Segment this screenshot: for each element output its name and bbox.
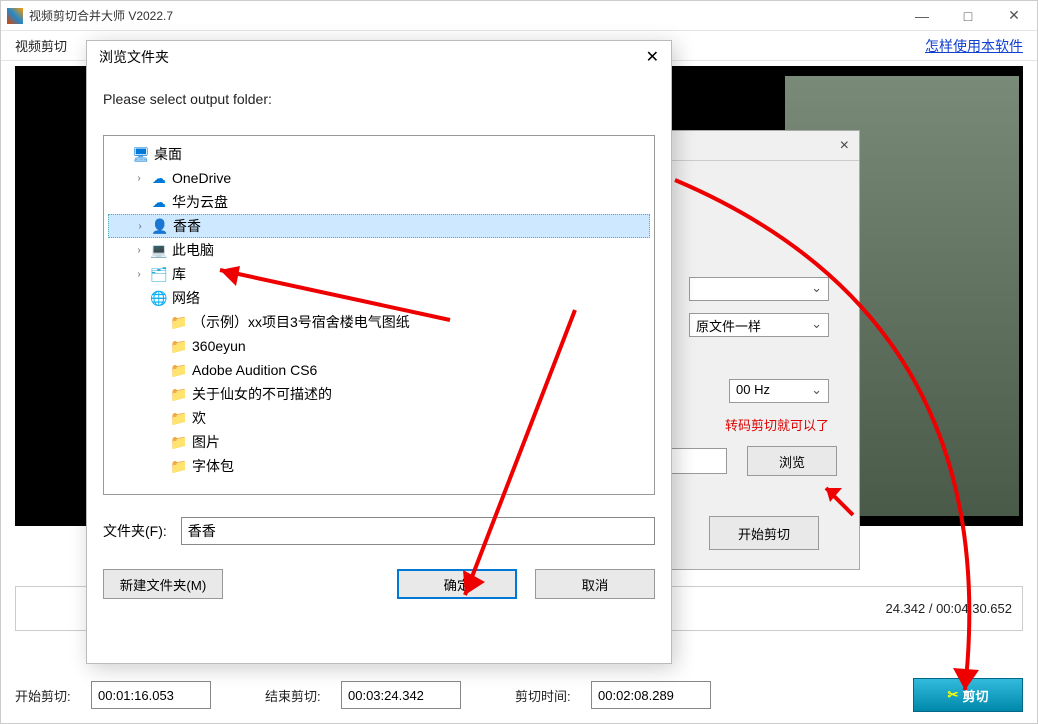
- tree-item-label: OneDrive: [172, 170, 231, 186]
- tree-item-label: 华为云盘: [172, 192, 228, 212]
- folder-icon: 📁: [170, 313, 188, 331]
- tree-item-label: 此电脑: [172, 240, 214, 260]
- tree-item-label: 香香: [173, 216, 201, 236]
- start-cut-button[interactable]: 开始剪切: [709, 516, 819, 550]
- folder-name-row: 文件夹(F):: [103, 517, 655, 545]
- folder-tree[interactable]: 🖥 桌面 ›☁OneDrive☁华为云盘›👤香香›💻此电脑›🗂库🌐网络 📁（示例…: [103, 135, 655, 495]
- lib-icon: 🗂: [150, 265, 168, 283]
- tree-folder-label: 关于仙女的不可描述的: [192, 384, 332, 404]
- new-folder-button[interactable]: 新建文件夹(M): [103, 569, 223, 599]
- cancel-button[interactable]: 取消: [535, 569, 655, 599]
- minimize-button[interactable]: ―: [899, 1, 945, 31]
- folder-icon: 📁: [170, 361, 188, 379]
- same-as-source-select[interactable]: 原文件一样: [689, 313, 829, 337]
- tree-folder[interactable]: 📁字体包: [108, 454, 650, 478]
- folder-icon: 📁: [170, 385, 188, 403]
- browse-folder-prompt: Please select output folder:: [87, 73, 671, 115]
- transcode-hint-text: 转码剪切就可以了: [725, 415, 829, 434]
- folder-icon: 📁: [170, 337, 188, 355]
- desktop-icon: 🖥: [132, 145, 150, 163]
- maximize-button[interactable]: □: [945, 1, 991, 31]
- tree-folder-label: Adobe Audition CS6: [192, 362, 317, 378]
- browse-folder-close-icon[interactable]: ✕: [646, 47, 659, 67]
- tree-folder-label: 欢: [192, 408, 206, 428]
- tree-root-label: 桌面: [154, 144, 182, 164]
- tree-item[interactable]: › 🗂库: [108, 262, 650, 286]
- app-icon: [7, 8, 23, 24]
- folder-icon: 📁: [170, 457, 188, 475]
- window-controls: ― □ ✕: [899, 1, 1037, 31]
- help-link[interactable]: 怎样使用本软件: [925, 36, 1023, 56]
- cut-button-label: 剪切: [962, 686, 988, 705]
- pc-icon: 💻: [150, 241, 168, 259]
- folder-icon: 📁: [170, 433, 188, 451]
- tree-item[interactable]: › 💻此电脑: [108, 238, 650, 262]
- tree-item[interactable]: 🌐网络: [108, 286, 650, 310]
- tree-folder-label: 字体包: [192, 456, 234, 476]
- expand-icon[interactable]: ›: [132, 269, 146, 280]
- app-title: 视频剪切合并大师 V2022.7: [29, 7, 899, 24]
- tree-folder[interactable]: 📁（示例）xx项目3号宿舍楼电气图纸: [108, 310, 650, 334]
- scissors-icon: ✂: [948, 687, 959, 703]
- start-cut-input[interactable]: [91, 681, 211, 709]
- tree-folder-label: 图片: [192, 432, 220, 452]
- tree-item[interactable]: ☁华为云盘: [108, 190, 650, 214]
- cloud-icon: ☁: [150, 193, 168, 211]
- tree-folder-label: （示例）xx项目3号宿舍楼电气图纸: [192, 312, 410, 332]
- tree-folder[interactable]: 📁欢: [108, 406, 650, 430]
- tree-folder-label: 360eyun: [192, 338, 246, 354]
- close-button[interactable]: ✕: [991, 1, 1037, 31]
- expand-icon[interactable]: ›: [133, 221, 147, 232]
- bottom-inputs: 开始剪切: 结束剪切: 剪切时间: ✂ 剪切: [15, 677, 1023, 713]
- hz-select[interactable]: 00 Hz: [729, 379, 829, 403]
- browse-folder-titlebar: 浏览文件夹 ✕: [87, 41, 671, 73]
- folder-icon: 📁: [170, 409, 188, 427]
- browse-folder-title: 浏览文件夹: [99, 47, 169, 67]
- folder-name-label: 文件夹(F):: [103, 521, 167, 541]
- transcode-close-icon[interactable]: ×: [840, 137, 849, 155]
- end-cut-label: 结束剪切:: [265, 686, 327, 705]
- tree-folder[interactable]: 📁图片: [108, 430, 650, 454]
- tree-item-label: 网络: [172, 288, 200, 308]
- tree-item[interactable]: › 👤香香: [108, 214, 650, 238]
- time-display: 24.342 / 00:04:30.652: [885, 601, 1012, 616]
- expand-icon[interactable]: ›: [132, 245, 146, 256]
- expand-icon[interactable]: ›: [132, 173, 146, 184]
- browse-folder-dialog: 浏览文件夹 ✕ Please select output folder: 🖥 桌…: [86, 40, 672, 664]
- net-icon: 🌐: [150, 289, 168, 307]
- folder-name-input[interactable]: [181, 517, 655, 545]
- browse-button[interactable]: 浏览: [747, 446, 837, 476]
- start-cut-label: 开始剪切:: [15, 686, 77, 705]
- end-cut-input[interactable]: [341, 681, 461, 709]
- onedrive-icon: ☁: [150, 169, 168, 187]
- duration-input[interactable]: [591, 681, 711, 709]
- tree-item-label: 库: [172, 264, 186, 284]
- format-select[interactable]: [689, 277, 829, 301]
- browse-folder-buttons: 新建文件夹(M) 确定 取消: [103, 569, 655, 599]
- tab-video-cut[interactable]: 视频剪切: [15, 36, 67, 55]
- tree-folder[interactable]: 📁Adobe Audition CS6: [108, 358, 650, 382]
- tree-root-desktop[interactable]: 🖥 桌面: [108, 142, 650, 166]
- ok-button[interactable]: 确定: [397, 569, 517, 599]
- titlebar: 视频剪切合并大师 V2022.7 ― □ ✕: [1, 1, 1037, 31]
- tree-item[interactable]: › ☁OneDrive: [108, 166, 650, 190]
- tree-folder[interactable]: 📁关于仙女的不可描述的: [108, 382, 650, 406]
- user-icon: 👤: [151, 217, 169, 235]
- tree-folder[interactable]: 📁360eyun: [108, 334, 650, 358]
- duration-label: 剪切时间:: [515, 686, 577, 705]
- cut-button[interactable]: ✂ 剪切: [913, 678, 1023, 712]
